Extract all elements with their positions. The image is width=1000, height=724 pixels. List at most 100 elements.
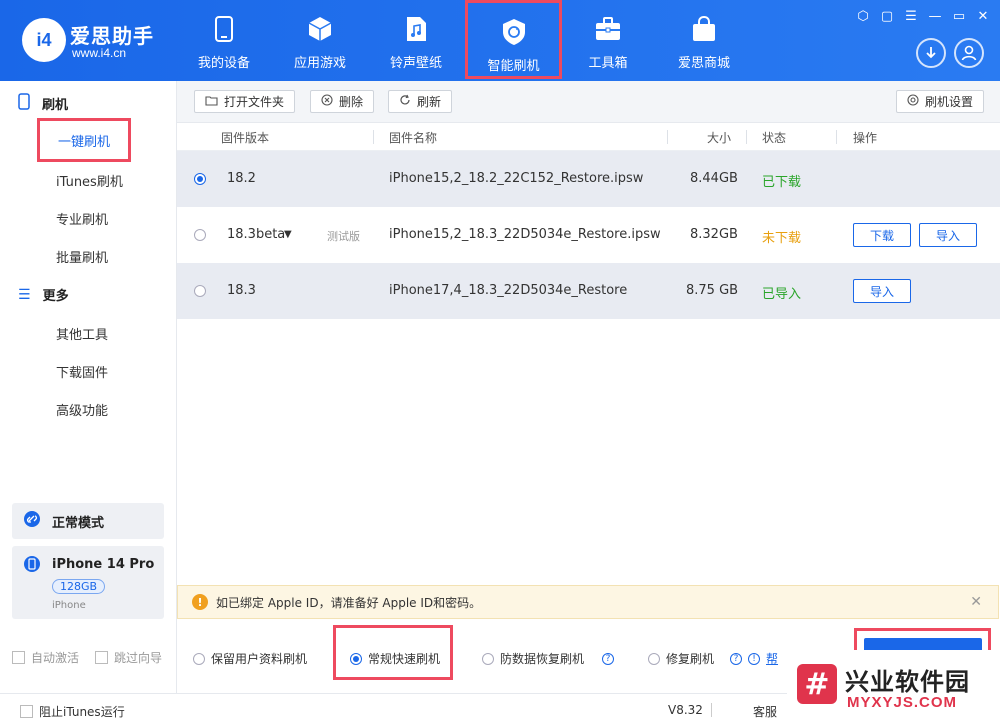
sidebar-item-one-click-flash[interactable]: 一键刷机	[37, 118, 131, 162]
customer-service-link[interactable]: 客服	[753, 703, 777, 720]
sidebar-section-label: 刷机	[42, 98, 69, 113]
column-separator	[667, 130, 668, 144]
nav-shop[interactable]: 爱思商城	[656, 0, 752, 81]
maximize-icon[interactable]: ▭	[951, 8, 967, 24]
firmware-name: iPhone15,2_18.3_22D5034e_Restore.ipsw	[389, 227, 661, 242]
row-select-radio[interactable]	[194, 173, 206, 185]
checkbox-label: 自动激活	[31, 651, 80, 665]
cube-icon	[305, 14, 335, 44]
watermark-logo: #	[797, 664, 837, 704]
sidebar-item-batch-flash[interactable]: 批量刷机	[56, 247, 108, 266]
row-select-radio[interactable]	[194, 229, 206, 241]
table-row[interactable]: 18.2 iPhone15,2_18.2_22C152_Restore.ipsw…	[177, 151, 1000, 207]
nav-apps-games[interactable]: 应用游戏	[272, 0, 368, 81]
nav-ringtones[interactable]: 铃声壁纸	[368, 0, 464, 81]
firmware-name: iPhone15,2_18.2_22C152_Restore.ipsw	[389, 171, 644, 186]
option-label: 常规快速刷机	[368, 652, 441, 666]
device-card[interactable]: iPhone 14 Pro 128GB iPhone	[12, 546, 164, 619]
feedback-icon[interactable]: ▢	[879, 8, 895, 24]
delete-icon	[321, 94, 333, 109]
option-repair[interactable]: 修复刷机 ? ! 帮	[648, 650, 778, 667]
sidebar-item-advanced[interactable]: 高级功能	[56, 400, 108, 419]
firmware-status: 已下载	[762, 175, 802, 190]
nav-my-device[interactable]: 我的设备	[176, 0, 272, 81]
watermark-url: MYXYJS.COM	[847, 694, 958, 711]
device-storage-badge: 128GB	[52, 579, 106, 594]
close-icon[interactable]: ✕	[975, 8, 991, 24]
shield-refresh-icon	[499, 17, 529, 47]
close-icon[interactable]: ✕	[970, 594, 982, 610]
help-icon[interactable]: ?	[602, 652, 615, 665]
column-header-action: 操作	[853, 131, 878, 145]
firmware-version: 18.3	[227, 283, 256, 298]
table-row[interactable]: 18.3 iPhone17,4_18.3_22D5034e_Restore 8.…	[177, 263, 1000, 319]
watermark-text: 兴业软件园	[845, 668, 970, 696]
app-version: V8.32	[668, 703, 703, 717]
open-folder-button[interactable]: 打开文件夹	[194, 90, 296, 113]
column-header-size: 大小	[707, 131, 732, 145]
nav-smart-flash[interactable]: 智能刷机	[465, 0, 562, 79]
link-icon	[24, 511, 40, 531]
column-header-status: 状态	[762, 131, 787, 145]
nav-toolbox[interactable]: 工具箱	[560, 0, 656, 81]
skin-icon[interactable]: ⬡	[855, 8, 871, 24]
nav-label: 工具箱	[588, 56, 628, 71]
table-row[interactable]: 18.3beta ▼ 测试版 iPhone15,2_18.3_22D5034e_…	[177, 207, 1000, 263]
auto-activate-checkbox[interactable]: 自动激活	[12, 649, 79, 666]
nav-label: 应用游戏	[293, 56, 346, 71]
option-label: 保留用户资料刷机	[211, 652, 308, 666]
divider	[711, 703, 712, 717]
column-header-name: 固件名称	[389, 131, 438, 145]
download-manager-icon[interactable]	[916, 38, 946, 68]
import-button[interactable]: 导入	[853, 279, 911, 303]
toolbox-icon	[593, 14, 623, 44]
sidebar-item-download-firmware[interactable]: 下载固件	[56, 362, 108, 381]
sidebar-section-more: ☰ 更多	[18, 285, 69, 305]
row-select-radio[interactable]	[194, 285, 206, 297]
firmware-name: iPhone17,4_18.3_22D5034e_Restore	[389, 283, 628, 298]
warning-icon: !	[192, 594, 208, 610]
sidebar-section-flash: 刷机	[18, 93, 68, 114]
radio-button	[648, 652, 660, 665]
option-anti-recovery[interactable]: 防数据恢复刷机 ?	[482, 650, 615, 667]
firmware-size: 8.32GB	[690, 227, 738, 242]
sidebar-item-pro-flash[interactable]: 专业刷机	[56, 209, 108, 228]
firmware-version: 18.2	[227, 171, 256, 186]
apple-id-notice: ! 如已绑定 Apple ID，请准备好 Apple ID和密码。 ✕	[177, 585, 999, 619]
help-link[interactable]: 帮	[766, 650, 778, 667]
firmware-status: 已导入	[762, 287, 802, 302]
menu-icon[interactable]: ☰	[903, 8, 919, 24]
firmware-size: 8.75 GB	[686, 283, 739, 298]
import-button[interactable]: 导入	[919, 223, 977, 247]
option-fast-flash[interactable]: 常规快速刷机	[350, 650, 440, 667]
flash-settings-button[interactable]: 刷机设置	[896, 90, 985, 113]
block-itunes-checkbox[interactable]: 阻止iTunes运行	[20, 703, 125, 720]
gear-icon	[907, 94, 919, 109]
firmware-table-header: 固件版本 固件名称 大小 状态 操作	[177, 123, 1000, 151]
skip-guide-checkbox[interactable]: 跳过向导	[95, 649, 162, 666]
shopping-bag-icon	[689, 14, 719, 44]
list-icon: ☰	[18, 286, 31, 303]
firmware-version: 18.3beta	[227, 227, 286, 242]
refresh-button[interactable]: 刷新	[388, 90, 453, 113]
folder-icon	[205, 95, 218, 109]
phone-outline-icon	[18, 93, 30, 114]
refresh-icon	[399, 94, 411, 109]
help-icon[interactable]: ?	[730, 652, 743, 665]
device-name: iPhone 14 Pro	[52, 557, 155, 572]
phone-small-icon	[24, 556, 40, 576]
option-keep-data[interactable]: 保留用户资料刷机	[193, 650, 307, 667]
nav-label: 我的设备	[197, 56, 250, 71]
minimize-icon[interactable]: —	[927, 8, 943, 24]
delete-button[interactable]: 删除	[310, 90, 375, 113]
download-button[interactable]: 下载	[853, 223, 911, 247]
sidebar-item-itunes-flash[interactable]: iTunes刷机	[56, 171, 123, 190]
user-account-icon[interactable]	[954, 38, 984, 68]
version-dropdown-icon[interactable]: ▼	[284, 229, 292, 240]
toolbar: 打开文件夹 删除 刷新 刷机设置	[177, 81, 1000, 123]
info-icon[interactable]: !	[748, 652, 761, 665]
sidebar-item-other-tools[interactable]: 其他工具	[56, 324, 108, 343]
nav-label: 爱思商城	[677, 56, 730, 71]
device-mode-status: 正常模式	[12, 503, 164, 539]
nav-label: 铃声壁纸	[389, 56, 442, 71]
